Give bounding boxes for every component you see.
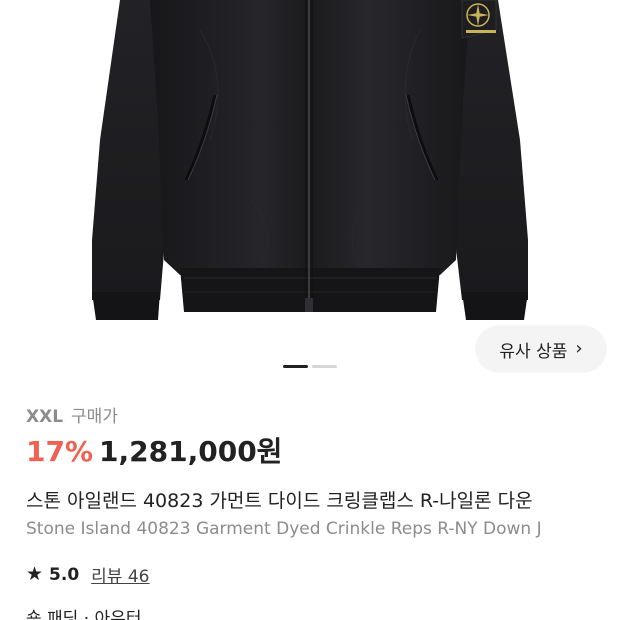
category-line: 숏 패딩 · 아우터: [26, 609, 142, 620]
price-row: 17% 1,281,000원: [26, 430, 282, 470]
rating-value: 5.0: [49, 564, 80, 585]
carousel-indicator: [283, 365, 337, 368]
rating-row: ★ 5.0 리뷰 46: [26, 562, 150, 588]
brand-badge-icon: [461, 0, 497, 39]
title-fade: [580, 480, 620, 550]
size-purchase-row: XXL 구매가: [26, 402, 118, 427]
product-title-en: Stone Island 40823 Garment Dyed Crinkle …: [26, 519, 542, 539]
chevron-right-icon: ›: [575, 338, 583, 359]
similar-products-label: 유사 상품: [499, 341, 568, 362]
product-title-ko: 스톤 아일랜드 40823 가먼트 다이드 크링클랩스 R-나일론 다운: [26, 490, 533, 512]
carousel-dot-1[interactable]: [283, 365, 308, 368]
review-count-link[interactable]: 리뷰 46: [91, 562, 149, 587]
discount-rate: 17%: [26, 435, 94, 468]
product-detail-page: 유사 상품 › XXL 구매가 17% 1,281,000원 스톤 아일랜드 40…: [0, 0, 620, 620]
purchase-price-label: 구매가: [71, 407, 118, 427]
carousel-dot-2[interactable]: [312, 365, 337, 368]
star-icon: ★: [26, 563, 44, 585]
similar-products-button[interactable]: 유사 상품 ›: [476, 326, 606, 372]
size-label: XXL: [26, 407, 64, 427]
price: 1,281,000원: [99, 435, 283, 468]
